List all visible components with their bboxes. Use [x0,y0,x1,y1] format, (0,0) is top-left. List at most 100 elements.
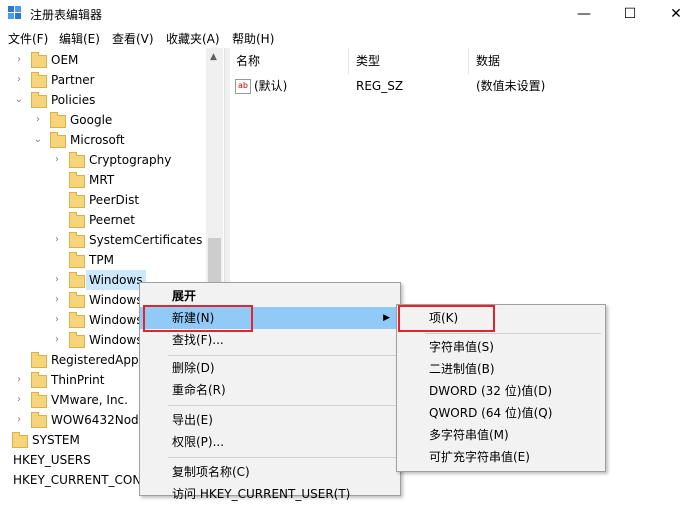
folder-icon [50,132,66,148]
menu-item-copy-key-name[interactable]: 复制项名称(C) [140,461,400,483]
chevron-right-icon[interactable]: › [52,230,62,250]
tree-node-label: Cryptography [89,153,172,167]
menu-item-find[interactable]: 查找(F)... [140,329,400,351]
folder-icon [69,292,85,308]
submenu-item-multi-string[interactable]: 多字符串值(M) [397,424,605,446]
annotation-highlight-new [143,305,253,332]
menu-view[interactable]: 查看(V) [112,30,154,47]
menu-favorites[interactable]: 收藏夹(A) [166,30,220,47]
tree-node-label: HKEY_CURRENT_CON [13,473,142,487]
chevron-right-icon[interactable]: › [33,110,43,130]
tree-node-label: TPM [89,253,114,267]
menu-item-expand[interactable]: 展开 [140,285,400,307]
tree-node-label: PeerDist [89,193,140,207]
chevron-right-icon[interactable]: › [52,290,62,310]
submenu-item-qword[interactable]: QWORD (64 位)值(Q) [397,402,605,424]
chevron-right-icon[interactable]: › [14,410,24,430]
folder-icon [31,372,47,388]
folder-icon [69,212,85,228]
folder-icon [31,392,47,408]
folder-icon [31,52,47,68]
tree-node-label: Microsoft [70,133,125,147]
submenu-item-binary[interactable]: 二进制值(B) [397,358,605,380]
column-separator[interactable] [348,48,349,74]
chevron-right-icon[interactable]: › [52,330,62,350]
chevron-right-icon[interactable]: › [14,390,24,410]
tree-node-label: SYSTEM [32,433,80,447]
close-icon: ✕ [670,6,682,22]
close-button[interactable]: ✕ [653,0,699,28]
title-bar: 注册表编辑器 — ☐ ✕ [0,0,699,28]
tree-node-label: VMware, Inc. [51,393,128,407]
tree-node-label: Peernet [89,213,135,227]
tree-node-label: Policies [51,93,96,107]
menu-file[interactable]: 文件(F) [8,30,48,47]
submenu-item-string[interactable]: 字符串值(S) [397,336,605,358]
folder-icon [69,232,85,248]
annotation-highlight-key [398,305,495,332]
registry-editor-icon [8,6,21,19]
column-header-name[interactable]: 名称 [236,48,260,74]
minimize-icon: — [577,6,591,22]
submenu-item-expandable-string[interactable]: 可扩充字符串值(E) [397,446,605,468]
chevron-right-icon[interactable]: › [52,150,62,170]
menu-item-visit[interactable]: 访问 HKEY_CURRENT_USER(T) [140,483,400,505]
chevron-down-icon[interactable]: ⌄ [14,90,24,110]
folder-icon [69,272,85,288]
folder-icon [31,72,47,88]
folder-icon [69,192,85,208]
menu-separator [168,405,396,406]
column-header-type[interactable]: 类型 [356,48,380,74]
chevron-right-icon[interactable]: › [14,370,24,390]
menu-item-rename[interactable]: 重命名(R) [140,379,400,401]
menu-help[interactable]: 帮助(H) [232,30,274,47]
tree-node-label: Windows [86,270,146,290]
column-separator[interactable] [468,48,469,74]
tree-node-label: Google [70,113,113,127]
folder-icon [50,112,66,128]
chevron-right-icon[interactable]: › [52,310,62,330]
menu-item-delete[interactable]: 删除(D) [140,357,400,379]
menu-separator [168,355,396,356]
tree-node-label: RegisteredApp [51,353,139,367]
folder-icon [31,412,47,428]
tree-node-label: OEM [51,53,79,67]
window-title: 注册表编辑器 [30,8,103,22]
folder-icon [69,312,85,328]
folder-icon [12,432,28,448]
tree-node-label: MRT [89,173,115,187]
chevron-down-icon[interactable]: ⌄ [33,130,43,150]
menu-separator [168,457,396,458]
tree-node-label: SystemCertificates [89,233,203,247]
menu-separator [425,333,601,334]
maximize-button[interactable]: ☐ [607,0,653,28]
tree-node-label: Windows [89,333,143,347]
tree-node-label: WOW6432Nod [51,413,139,427]
menu-item-permissions[interactable]: 权限(P)... [140,431,400,453]
scroll-up-icon[interactable]: ▲ [210,52,217,62]
menu-item-export[interactable]: 导出(E) [140,409,400,431]
folder-icon [31,92,47,108]
chevron-right-icon[interactable]: › [14,50,24,70]
submenu-item-dword[interactable]: DWORD (32 位)值(D) [397,380,605,402]
folder-icon [69,332,85,348]
value-data: (数值未设置) [476,79,546,93]
chevron-right-icon[interactable]: › [52,270,62,290]
string-value-icon: ab [235,79,251,94]
value-name[interactable]: (默认) [254,76,287,96]
minimize-button[interactable]: — [561,0,607,28]
chevron-right-icon[interactable]: › [14,70,24,90]
tree-node-label: ThinPrint [51,373,105,387]
chevron-right-icon: ▶ [383,313,390,323]
column-header-data[interactable]: 数据 [476,48,500,74]
tree-node-label: HKEY_USERS [13,453,91,467]
menu-edit[interactable]: 编辑(E) [59,30,100,47]
folder-icon [69,252,85,268]
menu-bar: 文件(F) 编辑(E) 查看(V) 收藏夹(A) 帮助(H) [0,28,699,48]
tree-node-label: Partner [51,73,95,87]
value-type: REG_SZ [356,79,404,93]
folder-icon [69,152,85,168]
maximize-icon: ☐ [623,6,637,22]
tree-node-label: Windows [89,313,143,327]
tree-node-label: Windows [89,293,143,307]
